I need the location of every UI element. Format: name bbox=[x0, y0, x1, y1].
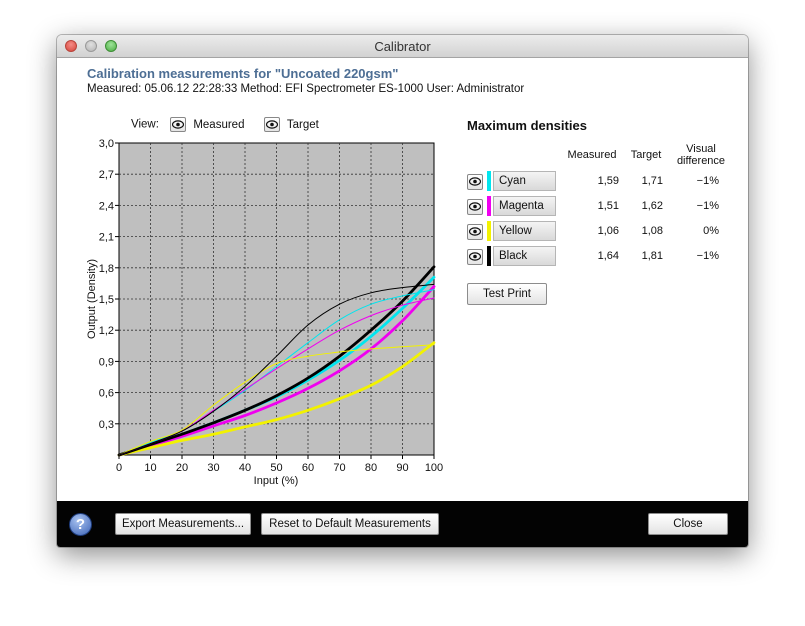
magenta-channel-button[interactable]: Magenta bbox=[493, 196, 556, 216]
col-visual-difference-line2: difference bbox=[676, 155, 726, 167]
y-tick-label: 1,5 bbox=[99, 294, 114, 306]
yellow-channel-button[interactable]: Yellow bbox=[493, 221, 556, 241]
magenta-visual-difference-value: −1% bbox=[696, 200, 719, 212]
max-densities-title: Maximum densities bbox=[467, 118, 587, 133]
cyan-channel-button[interactable]: Cyan bbox=[493, 171, 556, 191]
magenta-visibility-toggle[interactable] bbox=[467, 199, 483, 215]
yellow-color-swatch bbox=[487, 221, 491, 241]
x-tick-label: 80 bbox=[365, 462, 377, 474]
y-tick-label: 0,3 bbox=[99, 419, 114, 431]
x-tick-label: 0 bbox=[116, 462, 122, 474]
y-tick-label: 2,4 bbox=[99, 200, 114, 212]
col-measured: Measured bbox=[567, 149, 617, 161]
cyan-visibility-toggle[interactable] bbox=[467, 174, 483, 190]
black-visual-difference-value: −1% bbox=[696, 250, 719, 262]
yellow-visual-difference-value: 0% bbox=[703, 225, 719, 237]
test-print-button[interactable]: Test Print bbox=[467, 283, 547, 305]
black-measured-value: 1,64 bbox=[597, 250, 619, 262]
x-axis-label: Input (%) bbox=[254, 475, 299, 487]
x-tick-label: 20 bbox=[176, 462, 188, 474]
yellow-target-value: 1,08 bbox=[641, 225, 663, 237]
x-tick-label: 90 bbox=[396, 462, 408, 474]
x-tick-label: 50 bbox=[270, 462, 282, 474]
x-tick-label: 70 bbox=[333, 462, 345, 474]
y-tick-label: 3,0 bbox=[99, 138, 114, 150]
y-tick-label: 1,8 bbox=[99, 263, 114, 275]
y-axis-label: Output (Density) bbox=[86, 259, 98, 339]
bottom-toolbar: ? Export Measurements... Reset to Defaul… bbox=[57, 501, 748, 547]
x-tick-label: 40 bbox=[239, 462, 251, 474]
x-tick-label: 10 bbox=[144, 462, 156, 474]
export-measurements-button[interactable]: Export Measurements... bbox=[115, 513, 251, 535]
y-tick-label: 1,2 bbox=[99, 325, 114, 337]
y-tick-label: 2,1 bbox=[99, 232, 114, 244]
col-visual-difference-line1: Visual bbox=[686, 143, 716, 155]
black-color-swatch bbox=[487, 246, 491, 266]
cyan-target-value: 1,71 bbox=[641, 175, 663, 187]
x-tick-label: 30 bbox=[207, 462, 219, 474]
help-icon[interactable]: ? bbox=[69, 513, 92, 536]
yellow-visibility-toggle[interactable] bbox=[467, 224, 483, 240]
black-channel-button[interactable]: Black bbox=[493, 246, 556, 266]
close-button[interactable]: Close bbox=[648, 513, 728, 535]
x-tick-label: 100 bbox=[425, 462, 443, 474]
eye-icon bbox=[469, 177, 481, 186]
density-chart: 0 10 20 30 40 50 60 70 80 90 100 0,3 0,6 0,9 1,2 1,5 1,8… bbox=[86, 138, 443, 487]
col-visual-difference: Visual difference bbox=[669, 143, 733, 167]
cyan-color-swatch bbox=[487, 171, 491, 191]
calibrator-window: Calibrator Calibration measurements for … bbox=[57, 35, 748, 547]
y-tick-label: 2,7 bbox=[99, 169, 114, 181]
cyan-visual-difference-value: −1% bbox=[696, 175, 719, 187]
yellow-measured-value: 1,06 bbox=[597, 225, 619, 237]
cyan-measured-value: 1,59 bbox=[597, 175, 619, 187]
magenta-measured-value: 1,51 bbox=[597, 200, 619, 212]
black-visibility-toggle[interactable] bbox=[467, 249, 483, 265]
eye-icon bbox=[469, 252, 481, 261]
x-tick-label: 60 bbox=[302, 462, 314, 474]
black-target-value: 1,81 bbox=[641, 250, 663, 262]
eye-icon bbox=[469, 227, 481, 236]
magenta-color-swatch bbox=[487, 196, 491, 216]
magenta-target-value: 1,62 bbox=[641, 200, 663, 212]
reset-default-measurements-button[interactable]: Reset to Default Measurements bbox=[261, 513, 439, 535]
y-tick-label: 0,9 bbox=[99, 356, 114, 368]
y-tick-label: 0,6 bbox=[99, 388, 114, 400]
eye-icon bbox=[469, 202, 481, 211]
col-target: Target bbox=[630, 149, 662, 161]
